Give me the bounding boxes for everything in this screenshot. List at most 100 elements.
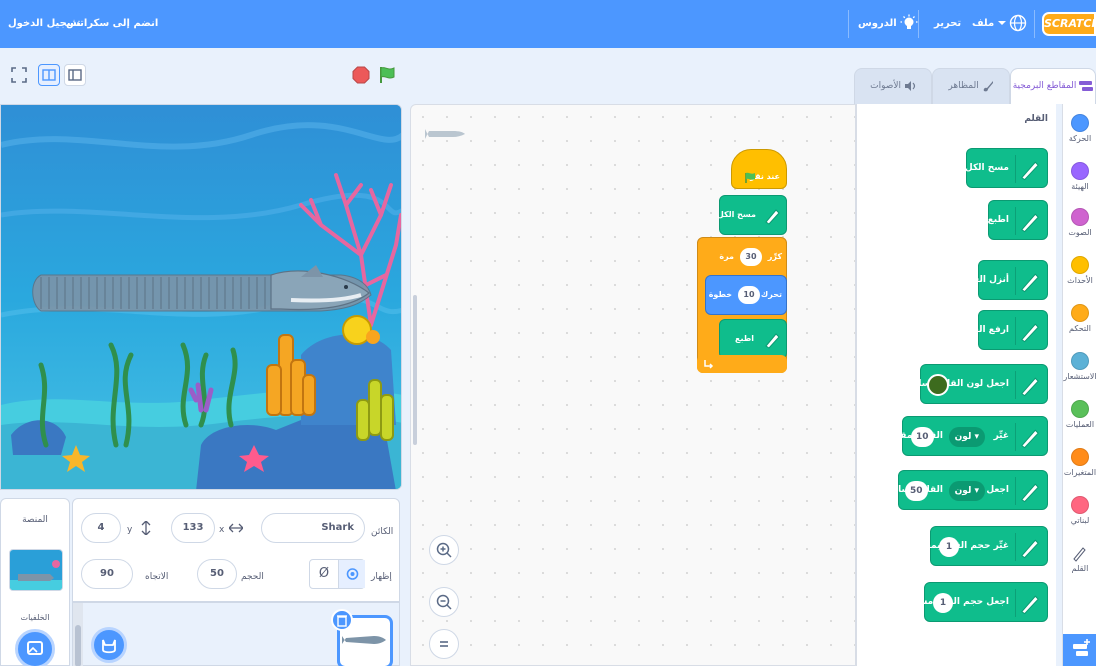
stage-target-pane[interactable]: المنصة الخلفيات [0, 498, 70, 666]
zoom-out-icon [436, 594, 452, 610]
block-set-pen-color[interactable]: اجعل لون القلم مساويًا [906, 364, 1048, 404]
pen-color-swatch[interactable] [927, 374, 949, 396]
category-sound[interactable]: الصوت [1063, 208, 1096, 237]
category-control[interactable]: التحكم [1063, 304, 1096, 333]
small-stage-button[interactable] [38, 64, 60, 86]
category-motion[interactable]: الحركة [1063, 114, 1096, 143]
control-dot [1071, 304, 1089, 322]
menu-divider [918, 10, 919, 38]
choose-sprite-button[interactable] [91, 627, 127, 663]
tab-costumes[interactable]: المظاهر [932, 68, 1010, 104]
backdrops-label: الخلفيات [20, 613, 50, 622]
move-block[interactable]: تحرك 10 خطوة [705, 275, 787, 315]
tutorials-label: الدروس [858, 18, 897, 29]
zoom-reset-button[interactable] [429, 629, 459, 659]
file-menu[interactable]: ملف [972, 0, 994, 48]
x-position-input[interactable]: 133 [171, 513, 215, 543]
category-looks[interactable]: الهيئة [1063, 162, 1096, 191]
repeat-count-input[interactable]: 30 [740, 248, 762, 266]
stage[interactable] [0, 104, 402, 490]
pen-size-change-input[interactable]: 1 [939, 537, 959, 557]
category-operators[interactable]: العمليات [1063, 400, 1096, 429]
stage-header [0, 48, 404, 104]
stage-pane-title: المنصة [22, 515, 48, 525]
block-stamp[interactable]: اطبع [988, 200, 1048, 240]
tab-code[interactable]: المقاطع البرمجية [1010, 68, 1096, 104]
sprite-name-input[interactable]: Shark [261, 513, 365, 543]
y-position-input[interactable]: 4 [81, 513, 121, 543]
pen-icon [1015, 317, 1039, 345]
operators-dot [1071, 400, 1089, 418]
block-set-pen-color-label: اجعل لون القلم مساويًا [906, 379, 1009, 389]
show-sprite-button[interactable] [338, 560, 365, 588]
stop-button[interactable] [352, 66, 370, 84]
pen-icon [765, 209, 780, 225]
code-workspace[interactable]: عند نقر مسح الكل كرِّر 30 مرة تحرك 10 خط… [410, 104, 856, 666]
clear-label: مسح الكل [716, 210, 756, 219]
category-variables[interactable]: المتغيرات [1063, 448, 1096, 477]
scrollbar-thumb[interactable] [75, 625, 81, 666]
tutorials-menu[interactable]: الدروس [858, 0, 918, 48]
pen-param-dropdown[interactable]: لون ▾ [948, 427, 985, 447]
scratch-logo[interactable]: SCRATCH [1042, 12, 1096, 36]
join-link[interactable]: انضم إلى سكراتش [66, 0, 158, 48]
hide-sprite-button[interactable]: Ø [310, 560, 338, 588]
backdrop-icon [27, 641, 43, 655]
pen-param-dropdown-value: لون [954, 486, 972, 496]
large-stage-button[interactable] [64, 64, 86, 86]
pen-icon [1015, 477, 1039, 505]
clear-block[interactable]: مسح الكل [716, 195, 787, 235]
block-change-pen-size[interactable]: غيِّر حجم القلم بمقدار 1 [911, 526, 1048, 566]
delete-sprite-button[interactable] [331, 609, 353, 631]
stamp-block[interactable]: اطبع [719, 319, 787, 359]
block-pen-down[interactable]: أنزل القلم [962, 260, 1048, 300]
category-sound-label: الصوت [1068, 228, 1092, 237]
extension-icon [1073, 639, 1090, 656]
stage-thumbnail[interactable] [9, 549, 63, 591]
pen-size-set-input[interactable]: 1 [933, 593, 953, 613]
block-pen-up[interactable]: ارفع القلم [962, 310, 1048, 350]
x-label: x [219, 525, 225, 535]
sprite-list-scrollbar[interactable] [73, 603, 83, 666]
set-amount-input[interactable]: 50 [905, 481, 928, 501]
sprite-list [72, 602, 400, 666]
zoom-in-button[interactable] [429, 535, 459, 565]
block-set-pen-param[interactable]: اجعل لون ▾ القلم مساويًا 50 [886, 470, 1048, 510]
pen-param-dropdown[interactable]: لون ▾ [948, 481, 985, 501]
category-pen[interactable]: القلم [1063, 544, 1096, 573]
when-flag-clicked-block[interactable]: عند نقر [731, 149, 787, 189]
language-menu[interactable] [998, 0, 1027, 48]
block-clear-label: مسح الكل [964, 163, 1009, 173]
category-events[interactable]: الأحداث [1063, 256, 1096, 285]
lightbulb-icon [900, 14, 918, 29]
scratch-editor: تسجيل الدخول انضم إلى سكراتش الدروس تحري… [0, 0, 1096, 666]
choose-backdrop-button[interactable] [15, 629, 55, 666]
category-pen-label: القلم [1071, 564, 1089, 573]
move-steps-input[interactable]: 10 [738, 286, 760, 304]
show-toggle[interactable]: Ø [309, 559, 365, 589]
size-input[interactable]: 50 [197, 559, 237, 589]
pen-icon [1015, 589, 1039, 617]
zoom-out-button[interactable] [429, 587, 459, 617]
block-set-pen-size[interactable]: اجعل حجم القلم مساويًا 1 [903, 582, 1048, 622]
sprite-name-label: الكائن [371, 527, 394, 537]
block-change-pen-param[interactable]: غيِّر لون ▾ القلم بمقدار 10 [887, 416, 1048, 456]
change-amount-input[interactable]: 10 [911, 427, 934, 447]
add-extension-button[interactable] [1063, 634, 1096, 666]
block-palette[interactable]: القلم مسح الكل اطبع أنزل القلم ارفع القل… [856, 104, 1056, 666]
edit-menu[interactable]: تحرير [934, 0, 961, 48]
tab-sounds[interactable]: الأصوات [854, 68, 932, 104]
tab-sounds-label: الأصوات [870, 81, 902, 91]
move-label: تحرك [760, 290, 782, 299]
category-control-label: التحكم [1069, 324, 1091, 333]
move-unit-label: خطوة [708, 290, 732, 299]
fullscreen-icon[interactable] [10, 66, 28, 84]
underwater-backdrop [1, 105, 401, 489]
category-my-blocks[interactable]: لبناتي [1063, 496, 1096, 525]
category-sensing[interactable]: الاستشعار [1063, 352, 1096, 381]
direction-input[interactable]: 90 [81, 559, 133, 589]
workspace-scrollbar[interactable] [413, 295, 417, 445]
green-flag-button[interactable] [378, 66, 396, 84]
paintbrush-icon [983, 80, 993, 91]
block-clear[interactable]: مسح الكل [964, 148, 1048, 188]
